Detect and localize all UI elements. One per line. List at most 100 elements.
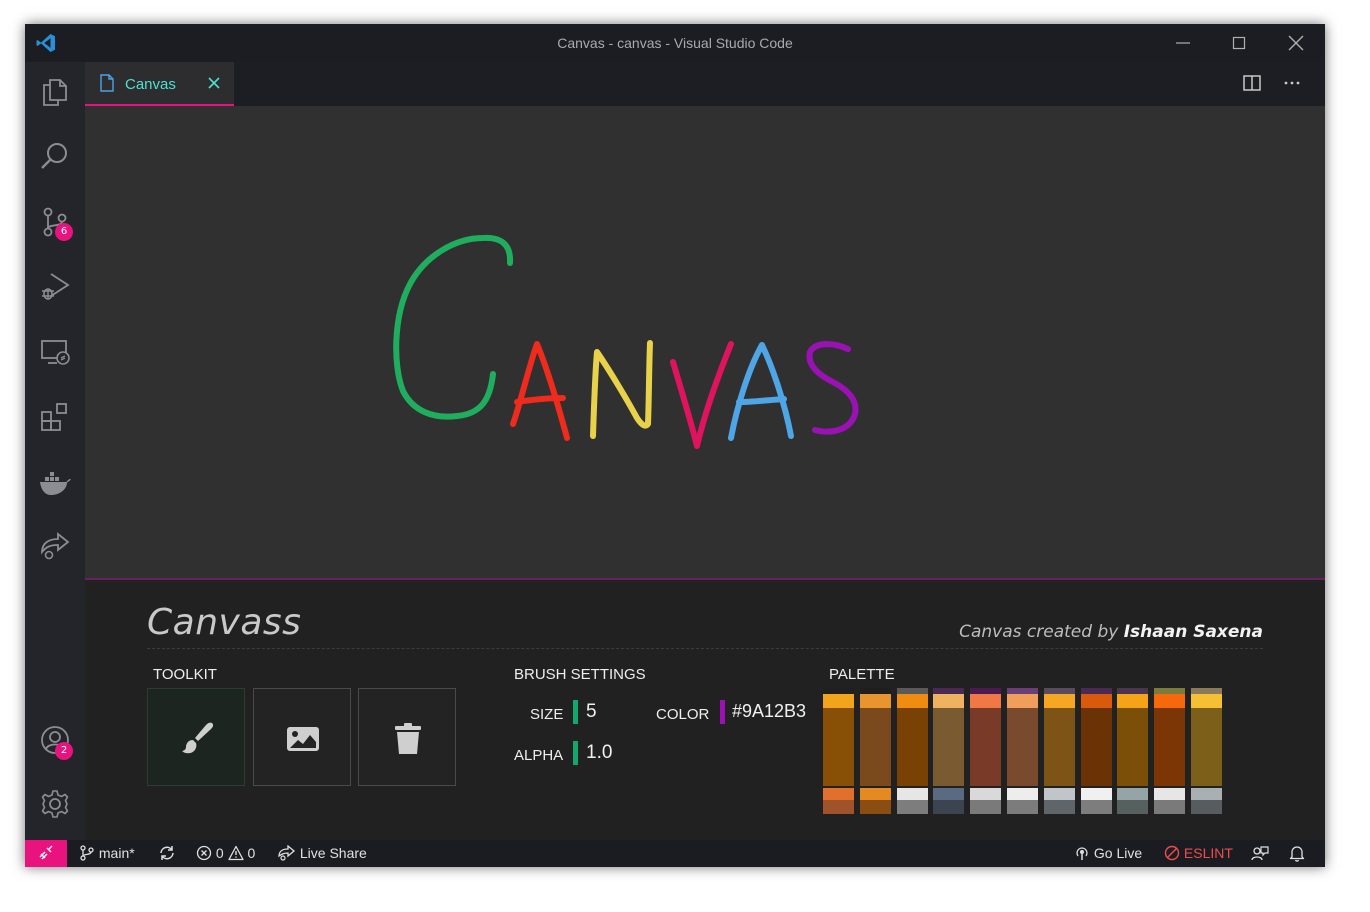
canvas-drawing <box>393 234 859 449</box>
explorer-button[interactable] <box>39 76 71 108</box>
color-value[interactable]: #9A12B3 <box>732 701 806 722</box>
palette-swatch[interactable] <box>1154 688 1185 814</box>
minimize-button[interactable] <box>1170 30 1196 56</box>
palette-swatch[interactable] <box>1081 688 1112 814</box>
swatch-mid <box>860 788 891 800</box>
live-share-icon <box>278 844 296 861</box>
error-icon <box>196 845 212 861</box>
canvas-control-panel: Canvass Canvas created by Ishaan Saxena … <box>85 580 1325 840</box>
palette-swatch[interactable] <box>823 688 854 814</box>
remote-explorer-button[interactable] <box>39 336 71 368</box>
palette-swatch[interactable] <box>1007 688 1038 814</box>
brush-tool-button[interactable] <box>147 688 245 786</box>
tab-label: Canvas <box>125 76 176 93</box>
docker-button[interactable] <box>39 466 71 498</box>
git-branch-icon <box>80 845 94 861</box>
tab-canvas[interactable]: Canvas <box>85 62 234 106</box>
bell-icon <box>1289 846 1305 862</box>
palette-swatch[interactable] <box>1044 688 1075 814</box>
size-value[interactable]: 5 <box>586 701 597 723</box>
accounts-badge: 2 <box>55 742 73 760</box>
swatch-body <box>1117 708 1148 786</box>
palette-swatch[interactable] <box>860 688 891 814</box>
branch-status[interactable]: main* <box>79 845 135 861</box>
credit-text: Canvas created by Ishaan Saxena <box>959 622 1263 642</box>
live-share-status[interactable]: Live Share <box>278 844 367 861</box>
eslint-status[interactable]: ESLINT <box>1164 845 1233 861</box>
remote-indicator-button[interactable] <box>25 840 67 867</box>
swatch-low <box>860 800 891 814</box>
alpha-label: ALPHA <box>514 747 564 764</box>
feedback-button[interactable] <box>1251 845 1269 862</box>
swatch-mid <box>1117 788 1148 800</box>
problems-status[interactable]: 0 0 <box>196 845 255 861</box>
source-control-button[interactable]: 6 <box>39 206 73 241</box>
eslint-label: ESLINT <box>1183 845 1233 861</box>
swatch-mid <box>970 788 1001 800</box>
image-tool-button[interactable] <box>253 688 351 786</box>
swatch-head <box>860 694 891 708</box>
swatch-low <box>1007 800 1038 814</box>
more-actions-icon[interactable] <box>1282 73 1302 98</box>
live-share-icon <box>41 532 70 560</box>
window-title: Canvas - canvas - Visual Studio Code <box>557 35 793 51</box>
close-window-button[interactable] <box>1283 30 1309 56</box>
manage-button[interactable] <box>39 788 71 820</box>
brand-title: Canvass <box>147 602 302 643</box>
swatch-low <box>897 800 928 814</box>
files-icon <box>43 79 67 106</box>
swatch-head <box>823 694 854 708</box>
swatch-body <box>1044 708 1075 786</box>
extensions-button[interactable] <box>39 400 71 432</box>
prohibited-icon <box>1164 845 1180 861</box>
sync-button[interactable] <box>158 845 176 861</box>
live-share-button[interactable] <box>39 530 71 562</box>
drawing-canvas[interactable] <box>85 106 1325 578</box>
go-live-label: Go Live <box>1093 845 1143 861</box>
settings-gear-icon <box>41 790 69 818</box>
clear-tool-button[interactable] <box>358 688 456 786</box>
color-accent-bar <box>720 700 725 724</box>
swatch-head <box>933 694 964 708</box>
swatch-mid <box>1191 788 1222 800</box>
maximize-button[interactable] <box>1226 30 1252 56</box>
split-editor-icon[interactable] <box>1242 73 1262 98</box>
broadcast-icon <box>1076 847 1088 860</box>
swatch-mid <box>1154 788 1185 800</box>
swatch-head <box>1081 694 1112 708</box>
palette-swatch[interactable] <box>970 688 1001 814</box>
toolkit-title: TOOLKIT <box>153 666 217 683</box>
go-live-button[interactable]: Go Live <box>1074 845 1142 861</box>
close-tab-icon[interactable] <box>206 75 222 96</box>
palette-swatch[interactable] <box>1117 688 1148 814</box>
palette-swatch[interactable] <box>1191 688 1222 814</box>
vscode-window: Canvas - canvas - Visual Studio Code 6 2… <box>25 24 1325 867</box>
swatch-head <box>897 694 928 708</box>
stroke-letter-n <box>590 340 653 439</box>
image-icon <box>287 727 319 751</box>
palette-swatch[interactable] <box>933 688 964 814</box>
warning-icon <box>227 845 244 861</box>
swatch-body <box>1191 708 1222 786</box>
alpha-value[interactable]: 1.0 <box>586 742 612 764</box>
paintbrush-icon <box>182 722 214 754</box>
search-button[interactable] <box>39 140 71 172</box>
swatch-head <box>1191 694 1222 708</box>
stroke-letter-v <box>670 341 734 449</box>
accounts-button[interactable]: 2 <box>39 724 73 760</box>
notifications-button[interactable] <box>1289 845 1305 862</box>
color-label: COLOR <box>656 706 710 723</box>
run-debug-button[interactable] <box>39 270 71 302</box>
palette-swatch[interactable] <box>897 688 928 814</box>
sync-icon <box>160 846 174 860</box>
swatch-body <box>1081 708 1112 786</box>
swatch-head <box>970 694 1001 708</box>
swatch-head <box>1117 694 1148 708</box>
swatch-body <box>823 708 854 786</box>
remote-explorer-icon <box>41 340 70 365</box>
feedback-icon <box>1251 846 1269 861</box>
live-share-label: Live Share <box>299 845 367 861</box>
credit-prefix: Canvas created by <box>959 622 1119 642</box>
activity-bar: 6 2 <box>25 62 85 840</box>
size-label: SIZE <box>530 706 564 723</box>
